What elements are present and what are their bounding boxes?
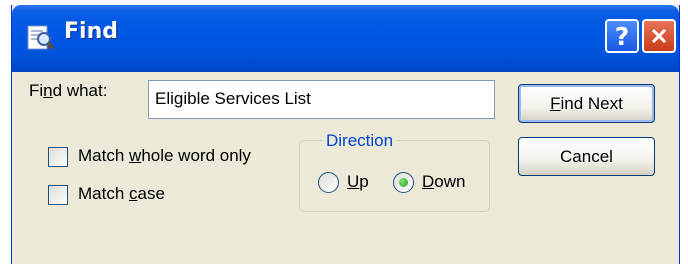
title-bar[interactable]: Find ?: [12, 5, 679, 72]
close-icon: [651, 28, 667, 44]
radio-selected-dot: [399, 178, 408, 187]
question-mark-icon: ?: [614, 21, 630, 51]
up-radio[interactable]: [318, 172, 339, 193]
help-button[interactable]: ?: [605, 19, 639, 53]
match-whole-word-label[interactable]: Match whole word only: [78, 146, 251, 166]
down-radio[interactable]: [393, 172, 414, 193]
match-whole-word-checkbox[interactable]: [48, 147, 68, 167]
find-next-button[interactable]: Find Next: [518, 84, 655, 123]
match-case-label[interactable]: Match case: [78, 184, 165, 204]
find-icon: [27, 25, 55, 50]
window-title: Find: [64, 19, 118, 44]
cancel-button[interactable]: Cancel: [518, 137, 655, 176]
down-label[interactable]: Down: [422, 172, 465, 192]
up-label[interactable]: Up: [347, 172, 369, 192]
find-what-value: Eligible Services List: [155, 89, 311, 108]
find-what-label: Find what:: [29, 81, 108, 100]
find-what-input[interactable]: Eligible Services List: [148, 80, 495, 119]
match-case-checkbox[interactable]: [48, 185, 68, 205]
direction-group-title: Direction: [322, 131, 398, 151]
close-button[interactable]: [642, 19, 676, 53]
